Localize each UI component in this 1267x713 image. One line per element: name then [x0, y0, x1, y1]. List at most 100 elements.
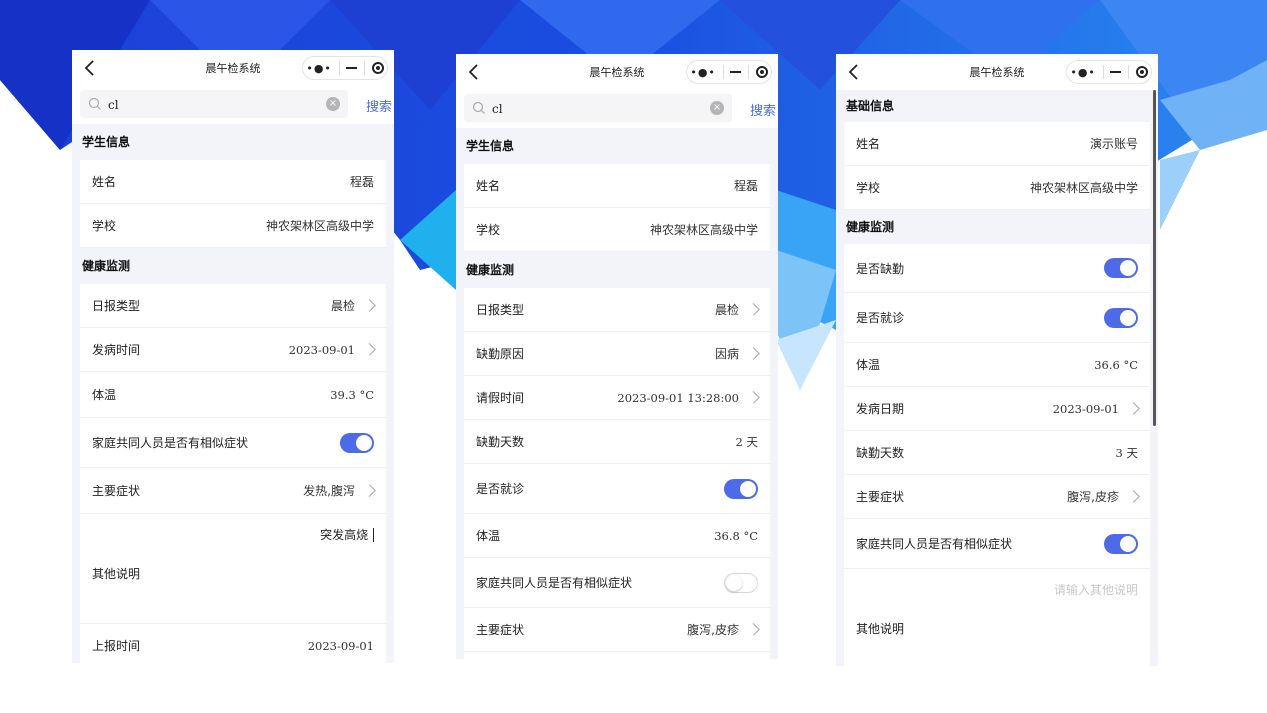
capsule-menu: •●• [686, 60, 772, 84]
chevron-right-icon [363, 299, 376, 312]
minimize-icon[interactable] [346, 67, 358, 69]
name-row: 姓名 程磊 [80, 160, 386, 204]
absence-days-row[interactable]: 缺勤天数 2 天 [464, 420, 770, 464]
capsule-menu: •●• [1066, 60, 1152, 84]
chevron-right-icon [363, 484, 376, 497]
absent-row: 是否缺勤 [844, 244, 1150, 293]
close-target-icon[interactable] [755, 66, 768, 78]
absence-reason-row[interactable]: 缺勤原因 因病 [464, 332, 770, 376]
onset-date-value: 2023-09-01 [1053, 402, 1140, 416]
capsule-divider [1102, 65, 1104, 79]
name-value: 演示账号 [1089, 137, 1138, 151]
minimize-icon[interactable] [730, 71, 742, 73]
temperature-value[interactable]: 39.3 °C [330, 388, 374, 402]
nav-bar: 晨午检系统 •●• [72, 50, 394, 86]
report-type-row[interactable]: 日报类型 晨检 [80, 284, 386, 328]
more-dots-icon[interactable]: •●• [1070, 66, 1096, 79]
toggle-knob [740, 480, 756, 497]
temperature-row[interactable]: 体温 39.3 °C [80, 372, 386, 418]
section-student-info: 学生信息 [466, 139, 515, 153]
name-label: 姓名 [92, 175, 117, 189]
school-label: 学校 [92, 219, 117, 233]
onset-date-row[interactable]: 发病日期 2023-09-01 [844, 387, 1150, 431]
chevron-right-icon [1127, 402, 1140, 415]
visited-label: 是否就诊 [476, 482, 525, 496]
visited-row: 是否就诊 [844, 293, 1150, 343]
family-symptom-toggle[interactable] [724, 572, 758, 593]
capsule-divider [1127, 65, 1129, 79]
absence-days-value[interactable]: 3 天 [1116, 445, 1138, 461]
other-notes-row[interactable]: 请输入其他说明 其他说明 [844, 569, 1150, 666]
temperature-row[interactable]: 体温 36.6 °C [844, 343, 1150, 387]
nav-bar: 晨午检系统 •●• [456, 54, 778, 90]
chevron-right-icon [747, 347, 760, 360]
search-input[interactable] [106, 94, 320, 116]
toggle-knob [356, 434, 372, 451]
visited-toggle[interactable] [1104, 307, 1138, 328]
other-notes-input[interactable]: 突发高烧 [92, 526, 374, 543]
report-type-text: 晨检 [330, 299, 355, 313]
report-type-row[interactable]: 日报类型 晨检 [464, 288, 770, 332]
more-dots-icon[interactable]: •●• [306, 62, 332, 75]
absence-days-value[interactable]: 2 天 [736, 434, 758, 450]
family-symptom-toggle[interactable] [1104, 533, 1138, 554]
other-notes-row[interactable]: 突发高烧 其他说明 [80, 514, 386, 624]
temperature-label: 体温 [856, 358, 881, 372]
chevron-right-icon [363, 343, 376, 356]
temperature-value[interactable]: 36.8 °C [714, 529, 758, 543]
onset-time-text: 2023-09-01 [288, 342, 355, 357]
school-value: 神农架林区高级中学 [649, 223, 758, 237]
temperature-label: 体温 [92, 388, 117, 402]
minimize-icon[interactable] [1110, 71, 1122, 73]
symptoms-value: 发热,腹泻 [303, 482, 376, 499]
temperature-value[interactable]: 36.6 °C [1094, 358, 1138, 372]
family-symptom-row: 家庭共同人员是否有相似症状 [464, 558, 770, 608]
temperature-row[interactable]: 体温 36.8 °C [464, 514, 770, 558]
section-health: 健康监测 [466, 263, 515, 277]
phone-screen-1: 晨午检系统 •●• × 搜索 学生信息 姓名 程磊 学校 神农架林区高级中学 健… [72, 50, 394, 663]
name-row: 姓名 演示账号 [844, 122, 1150, 166]
chevron-right-icon [747, 391, 760, 404]
search-button[interactable]: 搜索 [750, 100, 776, 119]
more-dots-icon[interactable]: •●• [690, 66, 716, 79]
absent-toggle[interactable] [1104, 258, 1138, 278]
name-label: 姓名 [856, 137, 881, 151]
leave-time-value: 2023-09-01 13:28:00 [617, 391, 760, 405]
close-target-icon[interactable] [371, 62, 384, 74]
school-row: 学校 神农架林区高级中学 [80, 204, 386, 248]
report-type-value: 晨检 [330, 297, 376, 314]
chevron-right-icon [1127, 490, 1140, 503]
search-button[interactable]: 搜索 [366, 96, 392, 115]
symptoms-row[interactable]: 主要症状 腹泻,皮疹 [844, 475, 1150, 519]
clear-icon[interactable]: × [710, 101, 724, 115]
scrollbar[interactable] [1153, 90, 1156, 426]
onset-time-label: 发病时间 [92, 343, 141, 357]
onset-time-row[interactable]: 发病时间 2023-09-01 [80, 328, 386, 372]
symptoms-value: 腹泻,皮疹 [1067, 488, 1140, 505]
symptoms-row[interactable]: 主要症状 发热,腹泻 [80, 468, 386, 514]
symptoms-text: 发热,腹泻 [303, 484, 355, 498]
name-value: 程磊 [349, 175, 374, 189]
list-item-partial [464, 652, 770, 659]
phone-screen-2: 晨午检系统 •●• × 搜索 学生信息 姓名 程磊 学校 神农架林区高级中学 健… [456, 54, 778, 659]
section-basic-info: 基础信息 [846, 99, 895, 113]
absence-days-row[interactable]: 缺勤天数 3 天 [844, 431, 1150, 475]
other-notes-input[interactable]: 请输入其他说明 [856, 581, 1138, 598]
leave-time-label: 请假时间 [476, 391, 525, 405]
symptoms-label: 主要症状 [92, 484, 141, 498]
leave-time-row[interactable]: 请假时间 2023-09-01 13:28:00 [464, 376, 770, 420]
chevron-right-icon [747, 623, 760, 636]
visited-toggle[interactable] [724, 478, 758, 499]
close-target-icon[interactable] [1135, 66, 1148, 78]
school-row: 学校 神农架林区高级中学 [844, 166, 1150, 210]
search-input[interactable] [490, 98, 704, 120]
visited-label: 是否就诊 [856, 311, 905, 325]
report-time-value: 2023-09-01 [307, 638, 374, 653]
section-health: 健康监测 [846, 220, 895, 234]
family-symptom-toggle[interactable] [340, 432, 374, 453]
symptoms-row[interactable]: 主要症状 腹泻,皮疹 [464, 608, 770, 652]
clear-icon[interactable]: × [326, 97, 340, 111]
school-label: 学校 [476, 223, 501, 237]
phone-screen-3: 晨午检系统 •●• 基础信息 姓名 演示账号 学校 神农架林区高级中学 健康监测… [836, 54, 1158, 666]
report-type-value: 晨检 [715, 301, 760, 318]
